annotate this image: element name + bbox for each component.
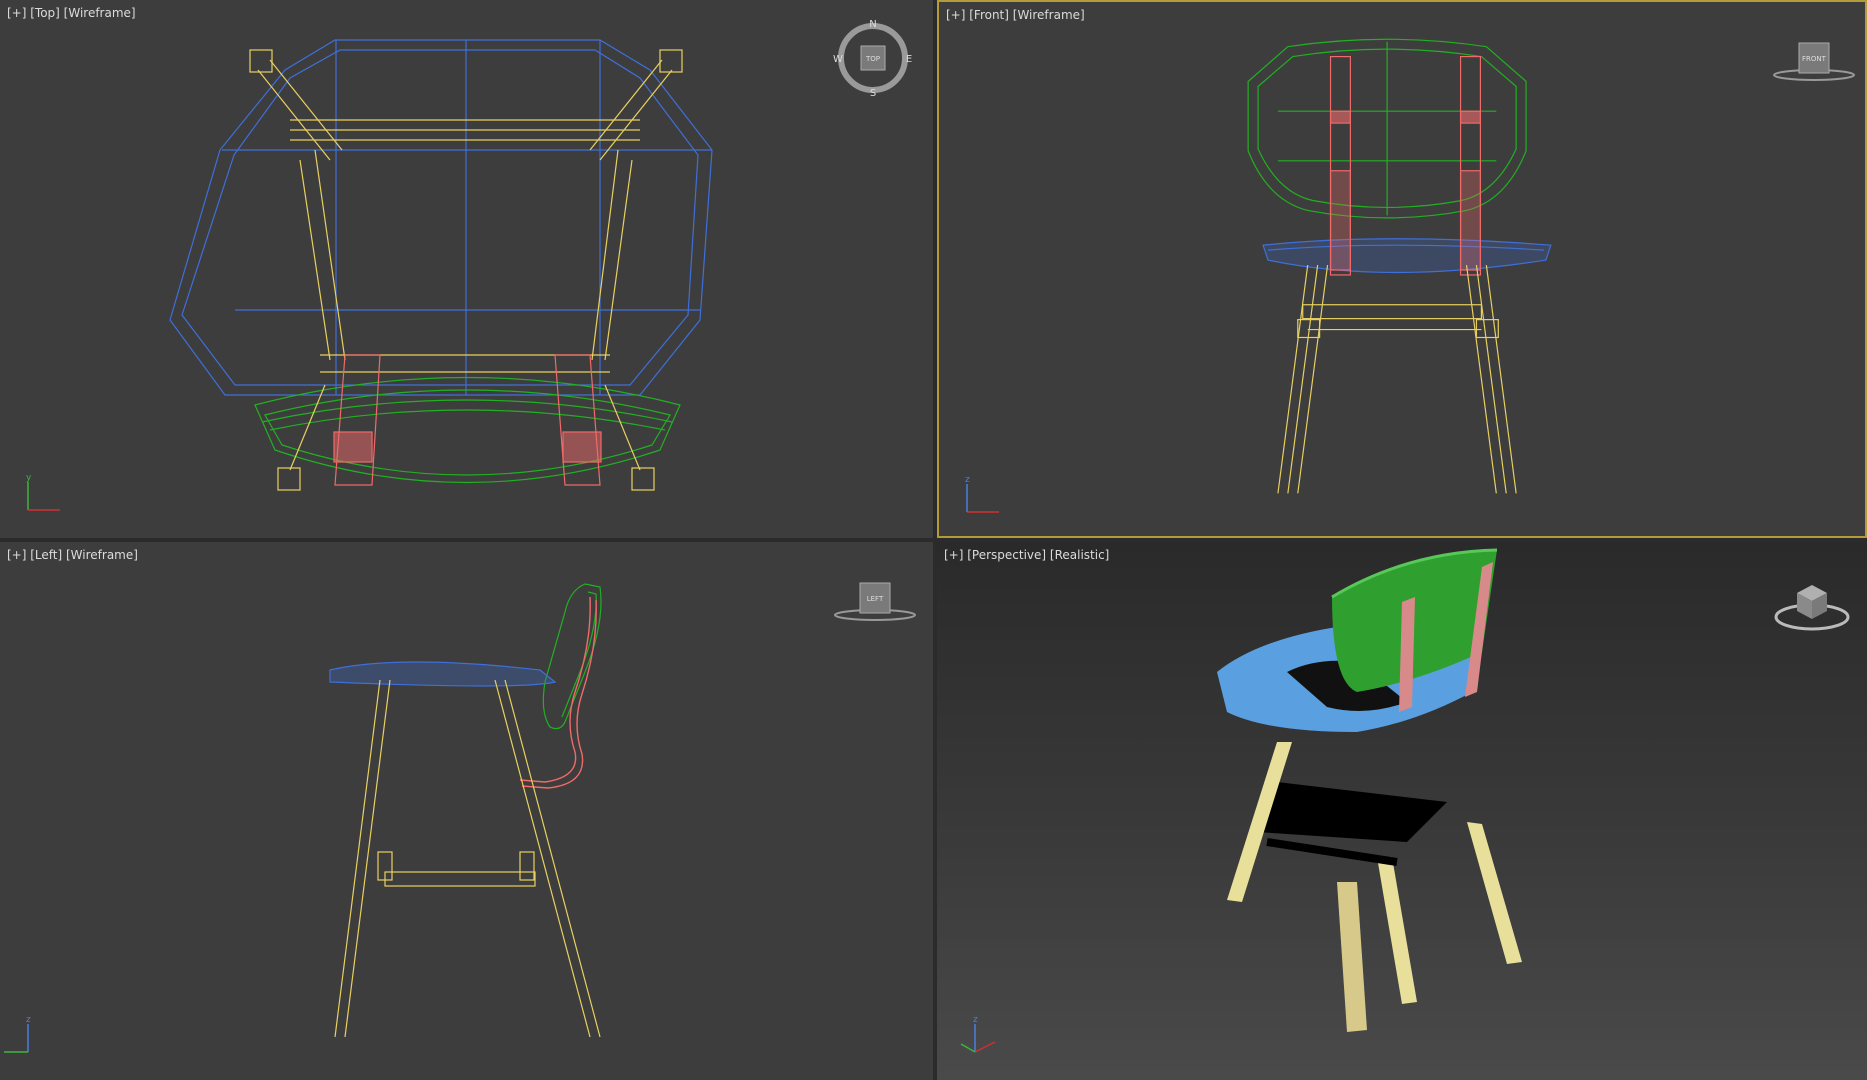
left-wireframe-chair bbox=[329, 583, 602, 1038]
viewport-front[interactable]: [+] [Front] [Wireframe] FRONT z bbox=[937, 0, 1867, 538]
viewport-left[interactable]: [+] [Left] [Wireframe] LEFT z bbox=[0, 542, 933, 1080]
compass-e: E bbox=[906, 54, 912, 65]
axis-tripod: z bbox=[960, 1015, 996, 1053]
axis-tripod: z bbox=[965, 475, 999, 513]
axis-z-label: z bbox=[26, 1015, 31, 1025]
viewport-top[interactable]: [+] [Top] [Wireframe] TOP N S E W y bbox=[0, 0, 933, 538]
compass-n: N bbox=[869, 19, 876, 30]
top-wireframe-chair bbox=[169, 39, 713, 491]
axis-y-label: y bbox=[26, 473, 32, 483]
viewcube-perspective[interactable] bbox=[1767, 577, 1857, 637]
compass-w: W bbox=[833, 54, 843, 65]
axis-z-label: z bbox=[965, 475, 970, 485]
front-wireframe-chair bbox=[1247, 38, 1552, 494]
viewcube-face-label: FRONT bbox=[1802, 55, 1827, 63]
viewport-label[interactable]: [+] [Front] [Wireframe] bbox=[946, 8, 1085, 22]
perspective-shaded-chair bbox=[1217, 548, 1522, 1032]
compass-s: S bbox=[870, 88, 876, 98]
viewport-label[interactable]: [+] [Top] [Wireframe] bbox=[7, 6, 136, 20]
compass-gizmo[interactable]: TOP N S E W bbox=[833, 18, 913, 98]
viewport-label[interactable]: [+] [Left] [Wireframe] bbox=[7, 548, 138, 562]
axis-tripod: y bbox=[26, 473, 60, 511]
viewport-perspective[interactable]: [+] [Perspective] [Realistic] z bbox=[937, 542, 1867, 1080]
viewcube-face-label: LEFT bbox=[867, 595, 884, 603]
viewcube-front[interactable]: FRONT bbox=[1769, 37, 1859, 87]
axis-tripod: z bbox=[4, 1015, 31, 1053]
viewport-label[interactable]: [+] [Perspective] [Realistic] bbox=[944, 548, 1109, 562]
viewcube-left[interactable]: LEFT bbox=[830, 577, 920, 627]
compass-cube-label: TOP bbox=[865, 55, 880, 63]
axis-z-label: z bbox=[973, 1015, 978, 1025]
